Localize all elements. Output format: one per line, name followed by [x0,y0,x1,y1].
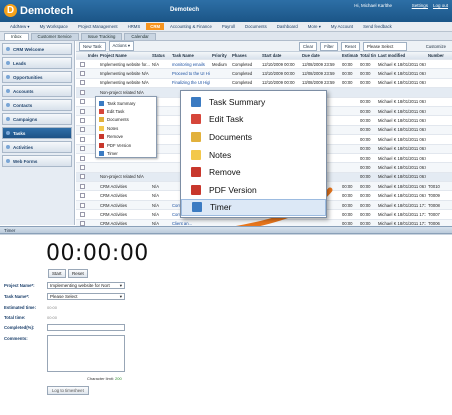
context-menu-zoomed: Task Summary Edit Task Documents Notes Remov… [180,90,327,218]
total-value: 00:00 [47,315,58,320]
context-menu-item-notes[interactable]: Notes [181,146,326,164]
documents-icon [189,130,202,143]
completed-input[interactable] [47,324,125,331]
project-label: Project Name*: [4,283,35,288]
context-menu-label: Notes [209,149,232,160]
remove-icon [189,166,202,179]
context-menu-item-timer[interactable]: Timer [181,198,326,217]
context-menu-label: Remove [209,167,241,178]
start-button[interactable]: Start [48,269,66,278]
context-menu-label: Task Summary [209,96,266,107]
timer-display: 00:00:00 [46,241,149,266]
edit-task-icon [189,113,202,126]
timer-panel: 00:00:00 Start Reset Project Name*: Impl… [0,234,452,415]
reset-timer-button[interactable]: Reset [68,269,88,278]
estimated-label: Estimated time: [4,305,36,310]
total-label: Total time: [4,315,26,320]
context-menu-label: Timer [210,202,232,213]
context-menu-item-pdf-version[interactable]: PDF Version [181,181,326,199]
context-menu-item-documents[interactable]: Documents [181,128,326,146]
context-menu-item-task-summary[interactable]: Task Summary [181,93,326,111]
comments-textarea[interactable] [47,335,125,372]
notes-icon [189,148,202,161]
estimated-value: 00:00 [47,305,58,310]
context-menu-label: PDF Version [209,184,257,195]
task-summary-icon [189,95,202,108]
context-menu-label: Documents [209,131,252,142]
context-menu-item-edit-task[interactable]: Edit Task [181,111,326,129]
project-select[interactable]: Implementing website for Nort [47,282,125,289]
log-to-timesheet-button[interactable]: Log to timesheet [47,386,89,395]
timer-panel-header: Timer [0,226,452,234]
completed-label: Completed(%): [4,325,35,330]
task-label: Task Name*: [4,294,30,299]
context-menu-label: Edit Task [209,114,244,125]
comments-label: Comments: [4,336,28,341]
pdf-icon [189,183,202,196]
task-select[interactable]: Please Select [47,293,125,300]
char-limit-value: 200 [115,376,122,381]
char-limit-label: Character limit: [87,376,114,381]
context-menu-item-remove[interactable]: Remove [181,163,326,181]
char-limit: Character limit: 200 [87,376,122,381]
timer-icon [190,201,203,214]
